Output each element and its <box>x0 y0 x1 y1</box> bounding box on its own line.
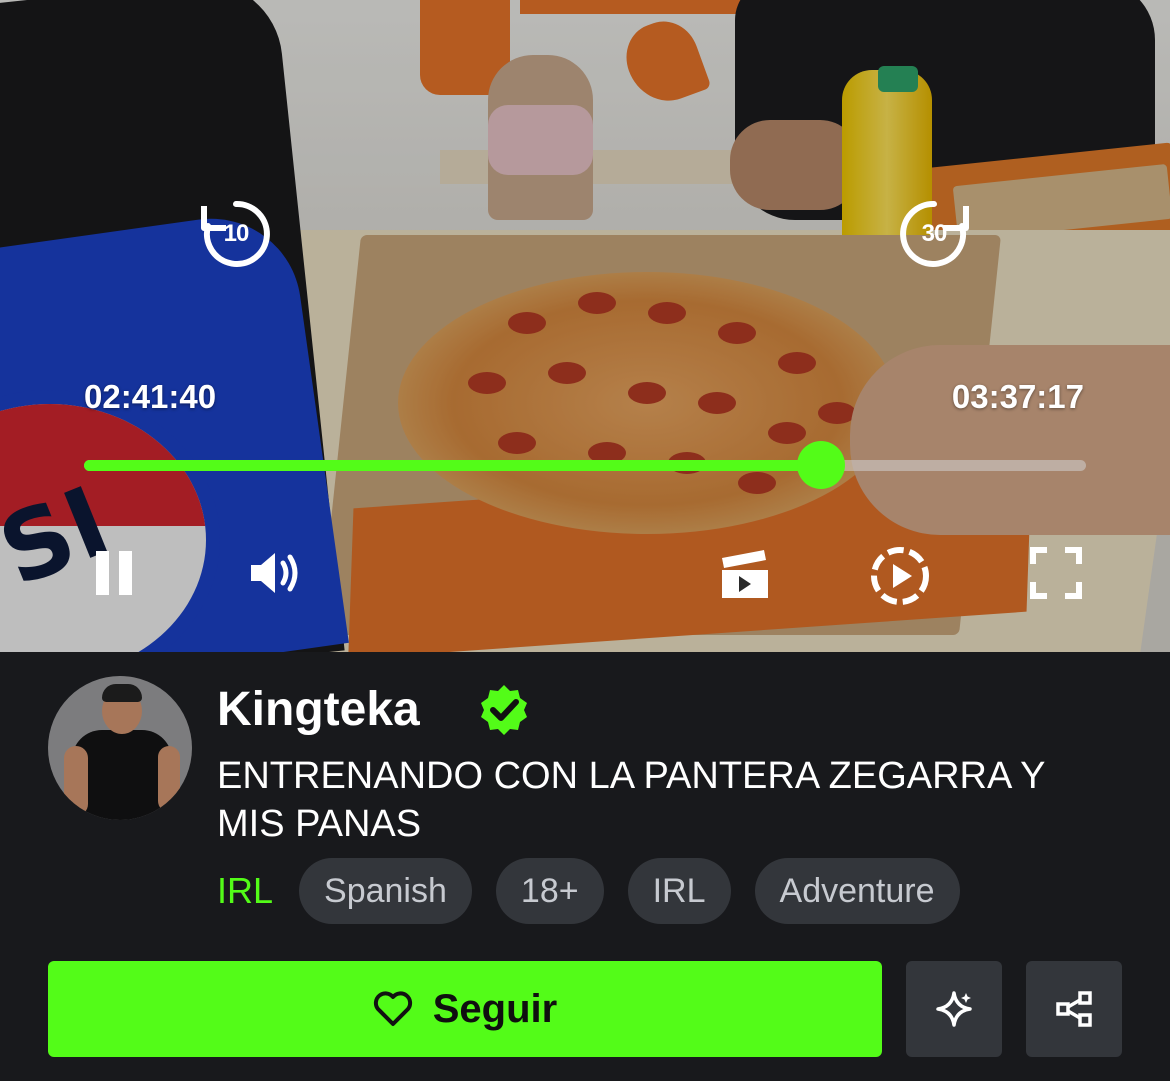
tag-age-rating[interactable]: 18+ <box>495 858 604 924</box>
clip-icon[interactable] <box>714 540 776 606</box>
category-link[interactable]: IRL <box>217 870 273 912</box>
seek-bar[interactable] <box>84 441 1086 489</box>
heart-icon <box>373 991 412 1026</box>
tag-list: IRL Spanish 18+ IRL Adventure <box>217 858 960 924</box>
video-frame: PSI <box>0 0 1170 652</box>
fullscreen-icon[interactable] <box>1024 540 1088 606</box>
share-button[interactable] <box>1026 961 1122 1057</box>
tag-adventure[interactable]: Adventure <box>754 858 960 924</box>
current-time: 02:41:40 <box>84 378 217 415</box>
follow-label: Seguir <box>432 986 558 1031</box>
video-player[interactable]: PSI 10 30 02:41:40 03:37:17 <box>0 0 1170 652</box>
tag-irl[interactable]: IRL <box>627 858 731 924</box>
channel-name[interactable]: Kingteka <box>217 682 420 737</box>
verified-badge-icon <box>481 685 527 735</box>
stream-title: ENTRENANDO CON LA PANTERA ZEGARRA Y MIS … <box>217 755 1045 845</box>
follow-button[interactable]: Seguir <box>48 961 882 1057</box>
share-icon <box>1056 991 1092 1027</box>
sparkle-icon <box>936 991 972 1027</box>
sparkle-button[interactable] <box>906 961 1002 1057</box>
rewind-seconds-label: 10 <box>223 220 250 247</box>
pause-icon[interactable] <box>84 540 144 606</box>
avatar[interactable] <box>48 676 192 820</box>
volume-icon[interactable] <box>238 540 308 606</box>
playback-speed-icon[interactable] <box>864 540 936 612</box>
forward-30-icon[interactable]: 30 <box>896 196 972 272</box>
tag-language[interactable]: Spanish <box>299 858 472 924</box>
forward-seconds-label: 30 <box>921 220 948 247</box>
seek-bar-progress <box>84 460 822 471</box>
total-time: 03:37:17 <box>951 378 1084 415</box>
rewind-10-icon[interactable]: 10 <box>198 196 274 272</box>
